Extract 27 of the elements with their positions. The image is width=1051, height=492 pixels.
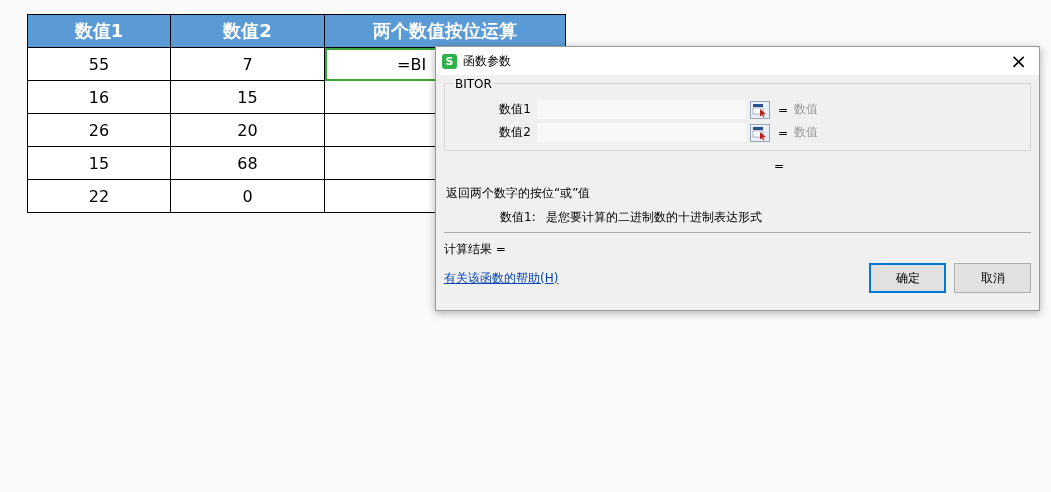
equals-sign: = bbox=[778, 125, 789, 140]
app-icon: S bbox=[442, 53, 457, 69]
result-label: 计算结果 = bbox=[444, 241, 507, 258]
argument-label: 数值2 bbox=[498, 124, 531, 141]
table-cell: 0 bbox=[170, 179, 325, 213]
table-cell: 68 bbox=[170, 146, 325, 180]
window-title: 函数参数 bbox=[463, 52, 512, 70]
table-cell: 22 bbox=[27, 179, 171, 213]
function-description: 返回两个数字的按位“或”值 bbox=[446, 184, 592, 202]
table-cell: 26 bbox=[27, 113, 171, 147]
table-cell: 16 bbox=[27, 80, 171, 114]
table-cell: 7 bbox=[170, 47, 325, 81]
table-cell: 55 bbox=[27, 47, 171, 81]
argument-type: 数值 bbox=[794, 101, 819, 118]
argument-label: 数值1 bbox=[498, 101, 531, 118]
argument-name: 数值1: bbox=[500, 208, 536, 226]
equals-sign: = bbox=[774, 159, 785, 173]
table-cell: 15 bbox=[170, 80, 325, 114]
table-cell: 15 bbox=[27, 146, 171, 180]
column-header: 两个数值按位运算 bbox=[324, 14, 566, 48]
function-name: BITOR bbox=[453, 77, 494, 91]
argument-type: 数值 bbox=[794, 124, 819, 141]
table-cell: 20 bbox=[170, 113, 325, 147]
column-header: 数值1 bbox=[27, 14, 171, 48]
equals-sign: = bbox=[778, 102, 789, 117]
argument-description: 是您要计算的二进制数的十进制表达形式 bbox=[545, 208, 762, 226]
column-header: 数值2 bbox=[170, 14, 325, 48]
